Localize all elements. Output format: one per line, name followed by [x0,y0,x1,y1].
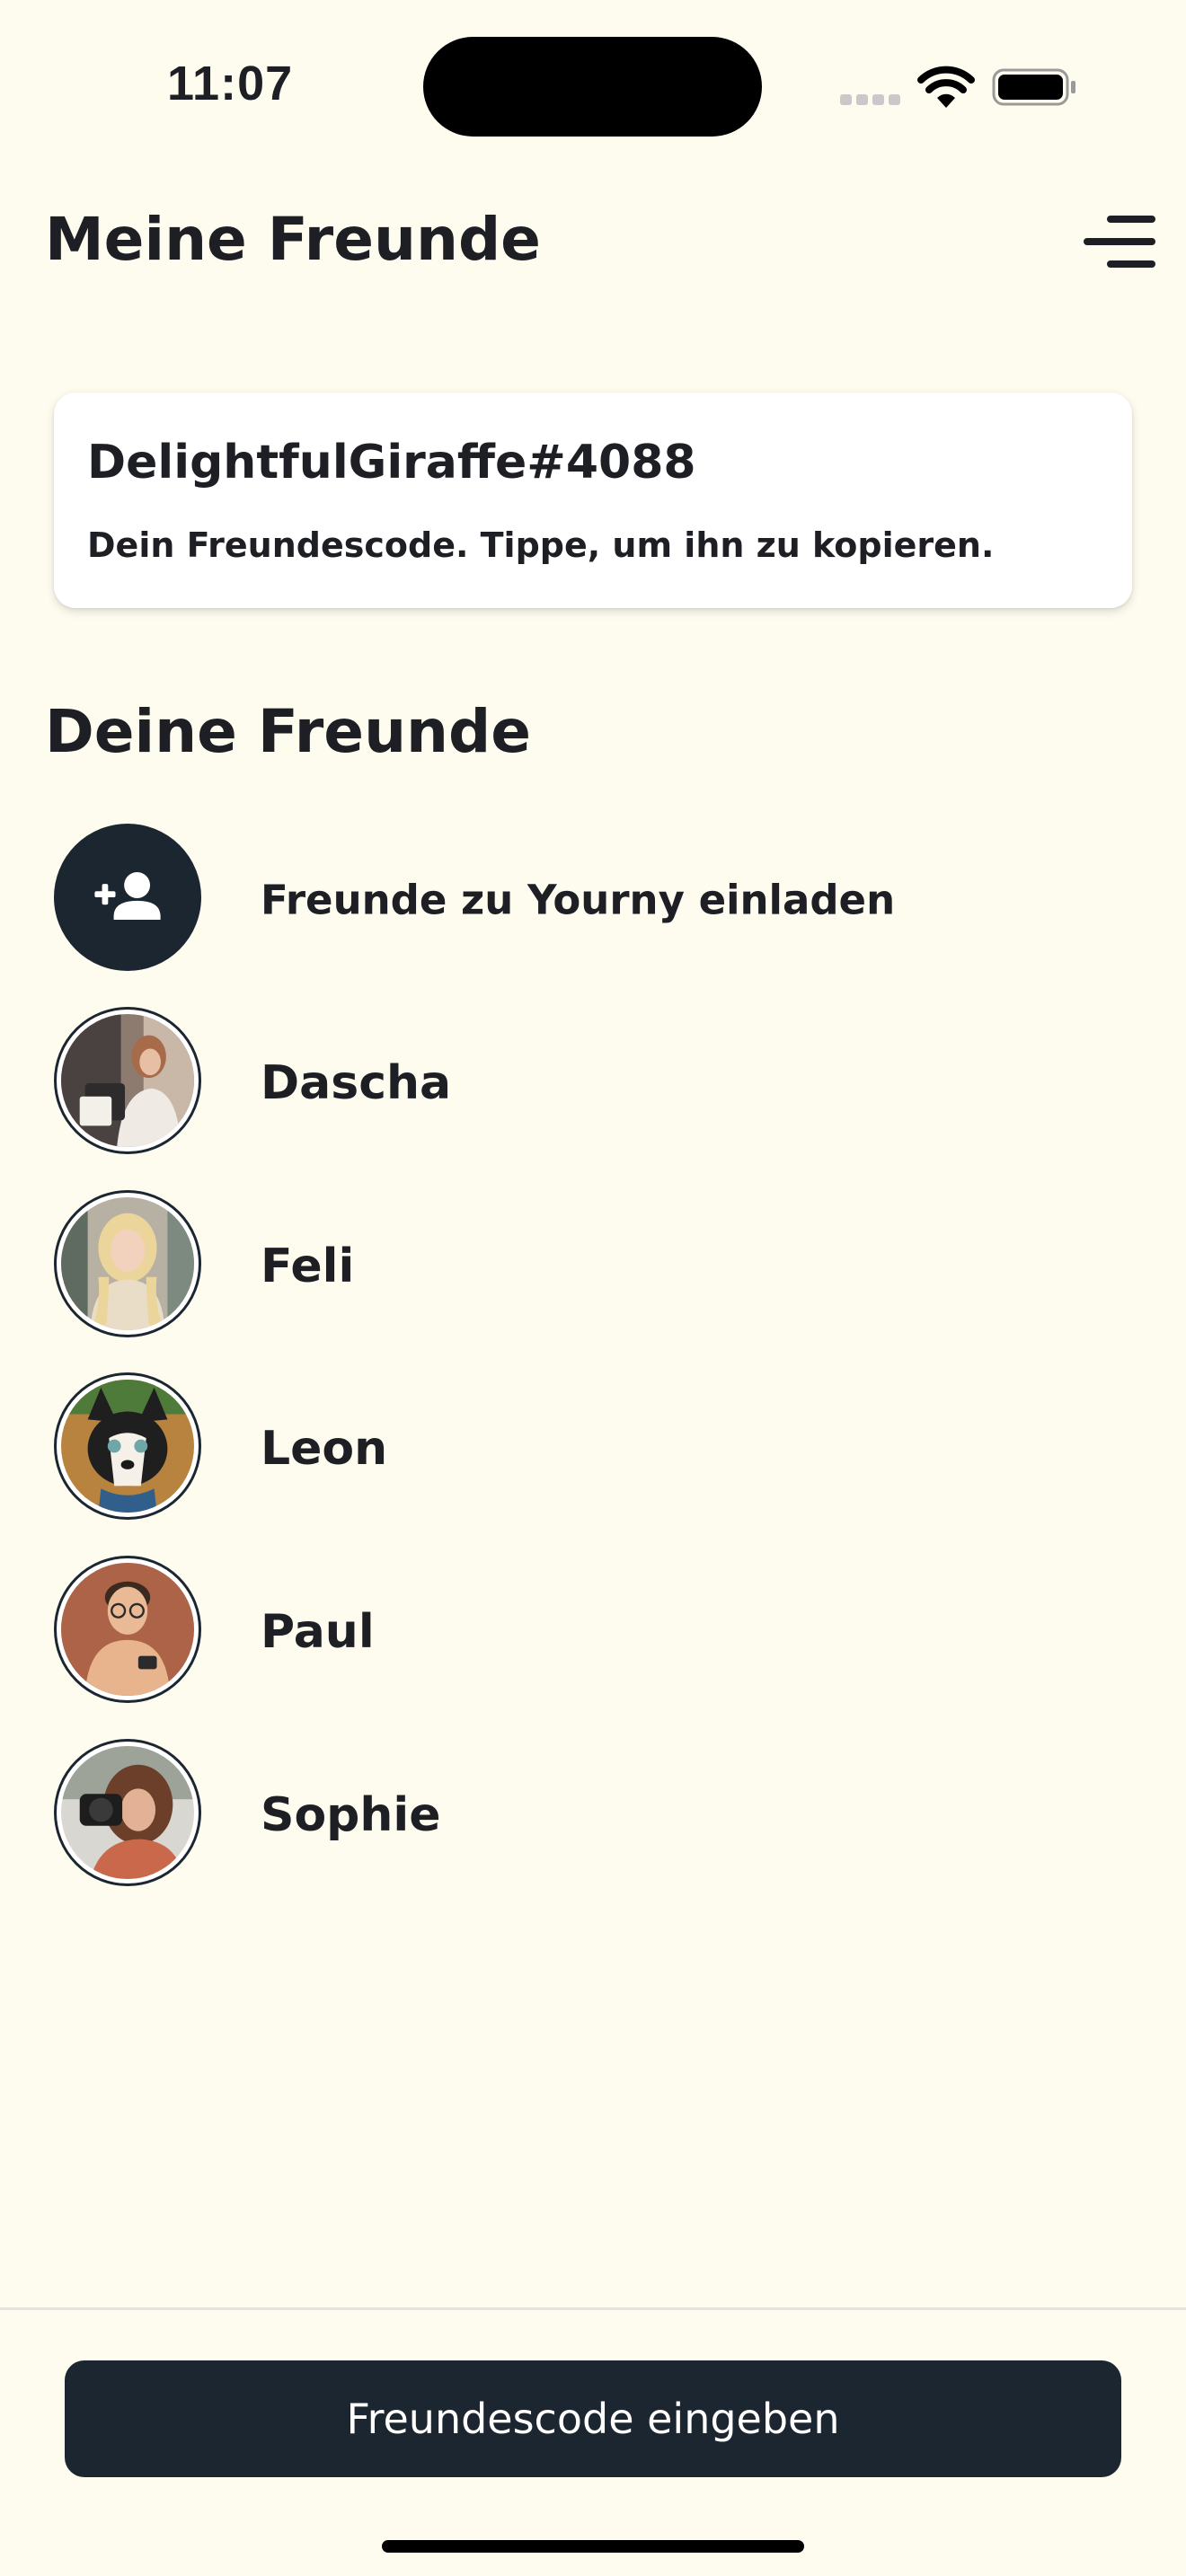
friend-row[interactable]: Leon [54,1372,1132,1525]
section-title: Deine Freunde [45,697,532,766]
friend-row[interactable]: Feli [54,1190,1132,1343]
home-indicator [382,2540,804,2553]
invite-avatar [54,824,201,971]
avatar-image [61,1746,194,1879]
status-time: 11:07 [167,57,294,110]
enter-friend-code-button[interactable]: Freundescode eingeben [65,2360,1121,2477]
avatar [54,1556,201,1703]
friend-name: Dascha [261,1056,452,1110]
avatar-image [61,1380,194,1513]
avatar [54,1007,201,1154]
wifi-icon [917,66,975,108]
cellular-signal-icon [840,94,901,105]
battery-icon [992,68,1075,106]
friend-name: Sophie [261,1788,441,1842]
add-user-icon [57,826,199,968]
friend-name: Feli [261,1239,355,1293]
friend-code-hint: Dein Freundescode. Tippe, um ihn zu kopi… [87,525,995,565]
friend-row[interactable]: Paul [54,1556,1132,1708]
avatar-image [61,1197,194,1330]
avatar [54,1372,201,1520]
invite-friends-row[interactable]: Freunde zu Yourny einladen [54,824,1132,976]
dynamic-island [423,37,762,137]
friend-code: DelightfulGiraffe#4088 [87,436,696,490]
friend-code-card[interactable]: DelightfulGiraffe#4088 Dein Freundescode… [54,393,1132,608]
page-title: Meine Freunde [45,205,541,274]
friend-name: Leon [261,1422,388,1476]
friend-row[interactable]: Sophie [54,1739,1132,1892]
friend-name: Paul [261,1605,375,1659]
avatar [54,1190,201,1337]
avatar [54,1739,201,1886]
bottom-divider [0,2307,1186,2310]
menu-icon[interactable] [1084,214,1157,269]
avatar-image [61,1014,194,1147]
avatar-image [61,1563,194,1696]
invite-friends-label: Freunde zu Yourny einladen [261,876,896,924]
friend-row[interactable]: Dascha [54,1007,1132,1160]
